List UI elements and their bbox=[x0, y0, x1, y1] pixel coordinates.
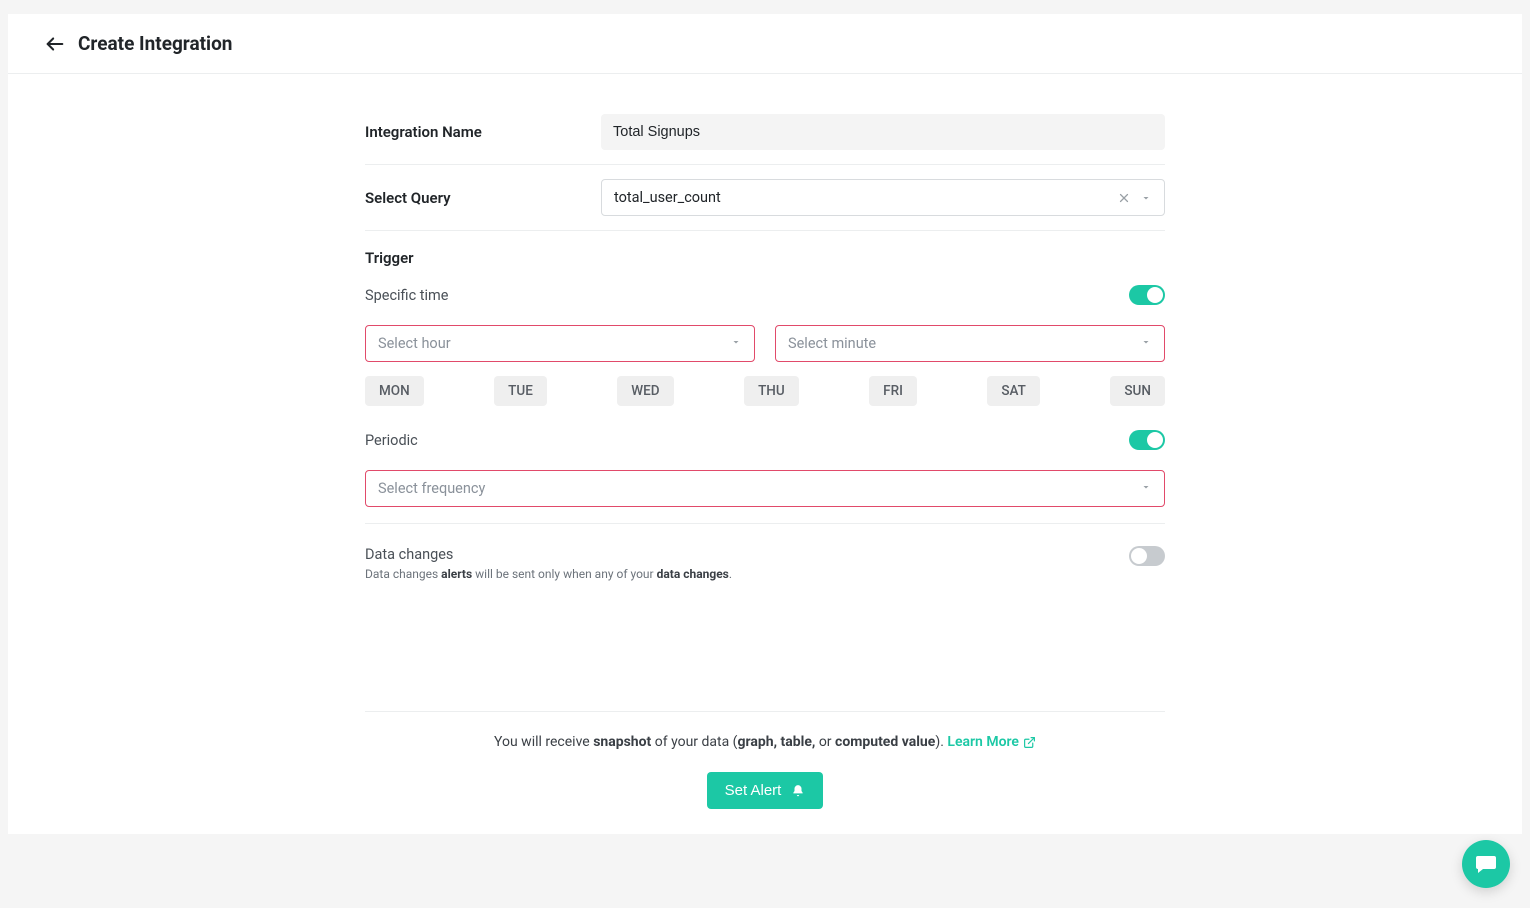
periodic-toggle[interactable] bbox=[1129, 430, 1165, 450]
hour-placeholder: Select hour bbox=[378, 335, 451, 352]
day-chip-fri[interactable]: FRI bbox=[869, 376, 917, 406]
external-link-icon bbox=[1023, 736, 1036, 749]
frequency-placeholder: Select frequency bbox=[378, 480, 485, 497]
chevron-down-icon[interactable] bbox=[1140, 192, 1152, 204]
clear-icon[interactable] bbox=[1118, 192, 1130, 204]
data-changes-toggle[interactable] bbox=[1129, 546, 1165, 566]
learn-more-link[interactable]: Learn More bbox=[947, 734, 1036, 750]
trigger-section-title: Trigger bbox=[365, 231, 1165, 279]
integration-name-input[interactable] bbox=[601, 114, 1165, 150]
footer-note: You will receive snapshot of your data (… bbox=[365, 712, 1165, 750]
day-chip-tue[interactable]: TUE bbox=[494, 376, 547, 406]
specific-time-label: Specific time bbox=[365, 287, 448, 304]
set-alert-button[interactable]: Set Alert bbox=[707, 772, 824, 809]
bell-icon bbox=[791, 784, 805, 798]
day-chip-sat[interactable]: SAT bbox=[987, 376, 1040, 406]
hour-dropdown[interactable]: Select hour bbox=[365, 325, 755, 362]
periodic-label: Periodic bbox=[365, 432, 418, 449]
back-arrow-icon[interactable] bbox=[44, 33, 66, 55]
select-query-row: Select Query total_user_count bbox=[365, 165, 1165, 231]
day-selector: MON TUE WED THU FRI SAT SUN bbox=[365, 376, 1165, 406]
data-changes-subtitle: Data changes alerts will be sent only wh… bbox=[365, 567, 732, 581]
specific-time-toggle[interactable] bbox=[1129, 285, 1165, 305]
minute-dropdown[interactable]: Select minute bbox=[775, 325, 1165, 362]
integration-name-row: Integration Name bbox=[365, 100, 1165, 165]
integration-name-label: Integration Name bbox=[365, 123, 601, 141]
day-chip-mon[interactable]: MON bbox=[365, 376, 424, 406]
select-query-value: total_user_count bbox=[614, 189, 721, 206]
chevron-down-icon bbox=[730, 335, 742, 352]
data-changes-block: Data changes Data changes alerts will be… bbox=[365, 524, 1165, 712]
periodic-block: Periodic Select frequency bbox=[365, 424, 1165, 524]
chevron-down-icon bbox=[1140, 480, 1152, 497]
time-selects: Select hour Select minute bbox=[365, 325, 1165, 362]
page-container: Create Integration Integration Name Sele… bbox=[8, 14, 1522, 834]
select-query-label: Select Query bbox=[365, 189, 601, 207]
specific-time-row: Specific time bbox=[365, 279, 1165, 311]
chat-icon bbox=[1474, 852, 1498, 876]
day-chip-thu[interactable]: THU bbox=[744, 376, 799, 406]
frequency-dropdown[interactable]: Select frequency bbox=[365, 470, 1165, 507]
day-chip-wed[interactable]: WED bbox=[617, 376, 673, 406]
periodic-row: Periodic bbox=[365, 424, 1165, 456]
select-query-dropdown[interactable]: total_user_count bbox=[601, 179, 1165, 216]
page-header: Create Integration bbox=[8, 14, 1522, 74]
page-title: Create Integration bbox=[78, 32, 232, 55]
chevron-down-icon bbox=[1140, 335, 1152, 352]
minute-placeholder: Select minute bbox=[788, 335, 876, 352]
form-area: Integration Name Select Query total_user… bbox=[365, 74, 1165, 833]
day-chip-sun[interactable]: SUN bbox=[1110, 376, 1165, 406]
chat-fab[interactable] bbox=[1462, 840, 1510, 888]
data-changes-title: Data changes bbox=[365, 546, 732, 563]
